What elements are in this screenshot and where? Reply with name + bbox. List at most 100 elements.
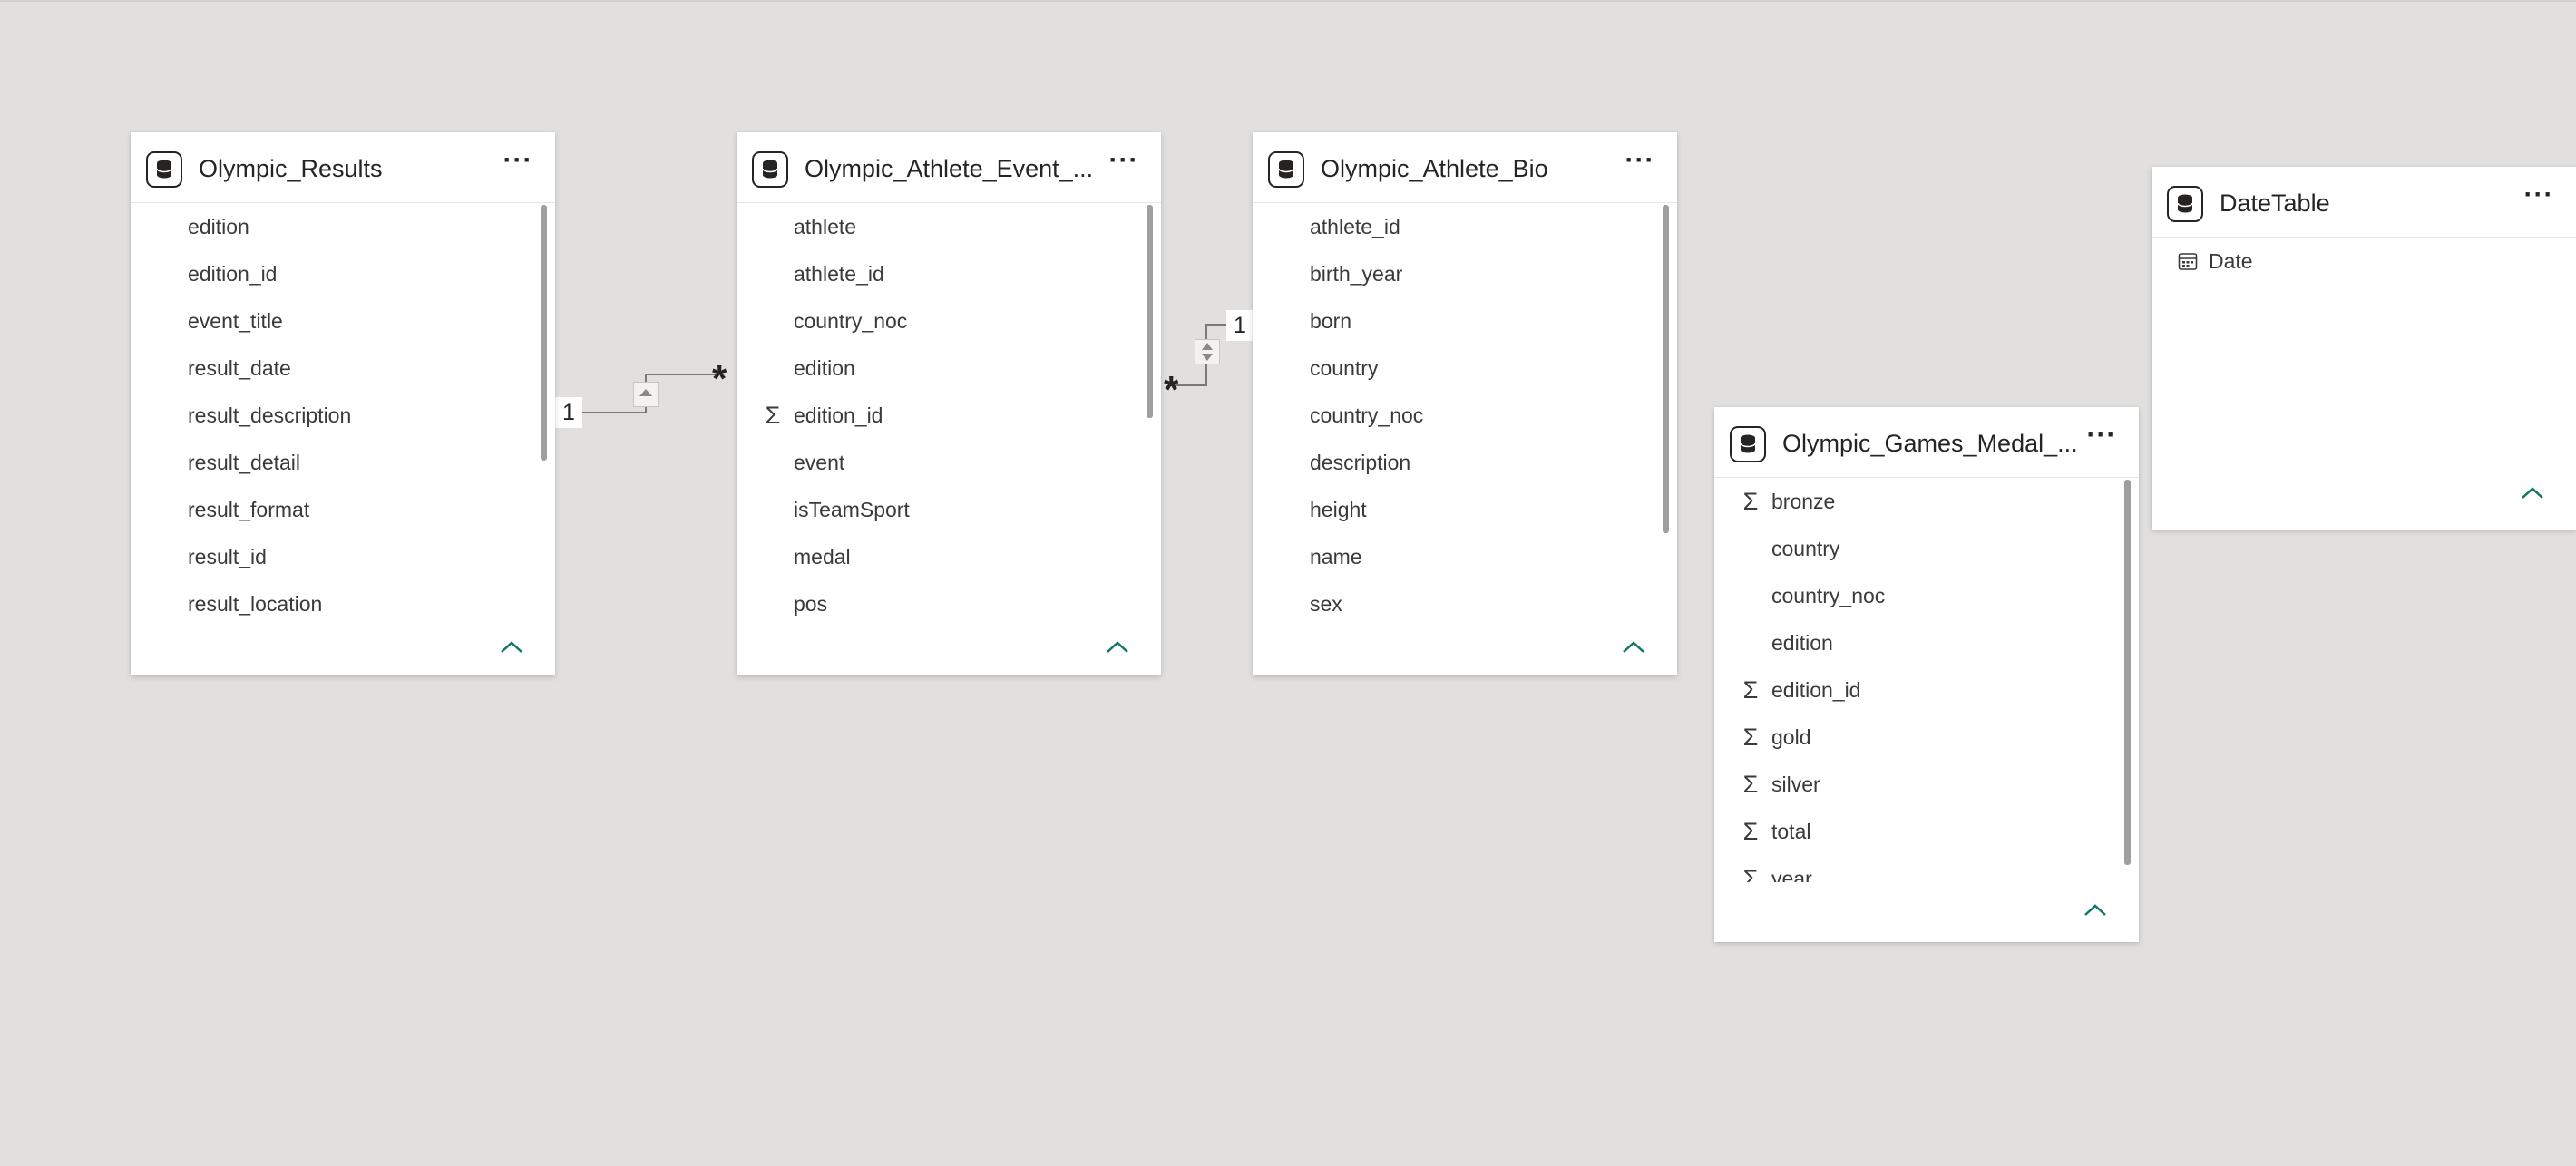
field-name: birth_year [1310,262,1403,286]
table-header[interactable]: Olympic_Games_Medal_... ··· [1714,407,2139,478]
field-row[interactable]: result_format [131,486,555,533]
scrollbar[interactable] [1147,205,1153,418]
field-row[interactable]: sex [1253,580,1677,623]
more-options-button[interactable]: ··· [500,147,536,178]
field-name: result_id [188,545,267,568]
field-name: country [1771,537,1840,560]
field-name: isTeamSport [794,498,910,521]
field-row[interactable]: event_title [131,297,555,345]
field-row[interactable]: athlete_id [1253,203,1677,250]
field-row[interactable]: Σyear [1714,855,2139,882]
field-list[interactable]: Σbronze country country_nocedition Σedition… [1714,478,2139,882]
model-canvas[interactable]: 1 * * 1 Olympic_Results ··· edition editi… [0,0,2576,1166]
field-row[interactable]: Date [2152,238,2576,285]
field-list[interactable]: Date [2152,238,2576,477]
field-name: country [1310,356,1379,380]
table-title: Olympic_Athlete_Bio [1321,155,1548,182]
field-row[interactable]: edition_id [131,250,555,297]
table-card-olympic-athlete-event[interactable]: Olympic_Athlete_Event_... ··· athlete ath… [737,132,1161,675]
table-title: Olympic_Results [199,155,383,182]
sigma-icon: Σ [1742,488,1759,515]
field-name: height [1310,498,1367,521]
field-name: name [1310,545,1362,568]
table-card-olympic-games-medal[interactable]: Olympic_Games_Medal_... ··· Σbronze count… [1714,407,2139,942]
table-header[interactable]: Olympic_Athlete_Bio ··· [1253,132,1677,203]
field-list[interactable]: edition edition_id event_title result_dater… [131,203,555,623]
collapse-icon[interactable] [2082,901,2109,919]
table-header[interactable]: Olympic_Results ··· [131,132,555,203]
scrollbar[interactable] [541,205,547,461]
collapse-icon[interactable] [2519,484,2546,502]
field-name: result_date [188,356,291,380]
table-card-datetable[interactable]: DateTable ··· Date [2152,167,2576,530]
table-title: Olympic_Games_Medal_... [1782,430,2078,457]
field-row[interactable]: born [1253,297,1677,345]
field-name: event [794,451,845,474]
more-options-button[interactable]: ··· [2083,422,2120,452]
table-header[interactable]: DateTable ··· [2152,167,2576,238]
collapse-icon[interactable] [1620,638,1647,656]
field-name: athlete [794,215,857,238]
field-row[interactable]: edition [737,345,1161,392]
scrollbar[interactable] [1663,205,1669,533]
field-row[interactable]: Σedition_id [737,392,1161,439]
field-row[interactable]: result_date [131,345,555,392]
field-list[interactable]: athlete athlete_id country_nocedition Σedit… [737,203,1161,623]
cross-filter-both-icon[interactable] [1195,339,1220,364]
field-row[interactable]: country [1253,345,1677,392]
field-row[interactable]: event [737,439,1161,486]
field-name: country_noc [794,309,908,333]
field-row[interactable]: athlete_id [737,250,1161,297]
field-row[interactable]: result_location [131,580,555,623]
table-title: DateTable [2220,189,2330,217]
field-row[interactable]: Σtotal [1714,808,2139,855]
field-row[interactable]: pos [737,580,1161,623]
field-name: result_description [188,403,352,427]
field-name: edition [188,215,249,238]
table-title: Olympic_Athlete_Event_... [805,155,1094,182]
field-name: event_title [188,309,283,333]
field-row[interactable]: country_noc [1253,392,1677,439]
table-card-olympic-results[interactable]: Olympic_Results ··· edition edition_ideve… [131,132,555,675]
field-row[interactable]: medal [737,533,1161,580]
field-row[interactable]: name [1253,533,1677,580]
field-row[interactable]: country [1714,525,2139,572]
cardinality-one-bio: 1 [1226,310,1254,341]
field-name: total [1771,820,1811,843]
collapse-icon[interactable] [498,638,525,656]
field-row[interactable]: athlete [737,203,1161,250]
table-header[interactable]: Olympic_Athlete_Event_... ··· [737,132,1161,203]
more-options-button[interactable]: ··· [1106,147,1142,178]
field-row[interactable]: result_id [131,533,555,580]
field-row[interactable]: description [1253,439,1677,486]
field-row[interactable]: Σsilver [1714,761,2139,808]
field-name: result_format [188,498,310,521]
sigma-icon: Σ [765,402,781,429]
cross-filter-single-icon[interactable] [633,382,659,407]
field-row[interactable]: country_noc [1714,572,2139,619]
field-name: result_detail [188,451,301,474]
field-row[interactable]: Σedition_id [1714,666,2139,714]
field-row[interactable]: edition [131,203,555,250]
field-row[interactable]: Σgold [1714,714,2139,761]
table-icon [1268,151,1304,188]
field-row[interactable]: height [1253,486,1677,533]
field-name: edition [1771,631,1833,655]
field-row[interactable]: Σbronze [1714,478,2139,525]
table-card-olympic-athlete-bio[interactable]: Olympic_Athlete_Bio ··· athlete_id birth_… [1253,132,1677,675]
field-row[interactable]: edition [1714,619,2139,666]
more-options-button[interactable]: ··· [1622,147,1658,178]
field-row[interactable]: result_description [131,392,555,439]
field-row[interactable]: birth_year [1253,250,1677,297]
field-row[interactable]: country_noc [737,297,1161,345]
field-list[interactable]: athlete_id birth_yearborn country country_n… [1253,203,1677,623]
field-row[interactable]: result_detail [131,439,555,486]
table-icon [1730,426,1766,462]
more-options-button[interactable]: ··· [2521,181,2557,212]
field-name: year [1771,867,1812,882]
collapse-icon[interactable] [1104,638,1131,656]
scrollbar[interactable] [2124,480,2131,865]
field-name: description [1310,451,1411,474]
sigma-icon: Σ [1742,865,1759,882]
field-row[interactable]: isTeamSport [737,486,1161,533]
